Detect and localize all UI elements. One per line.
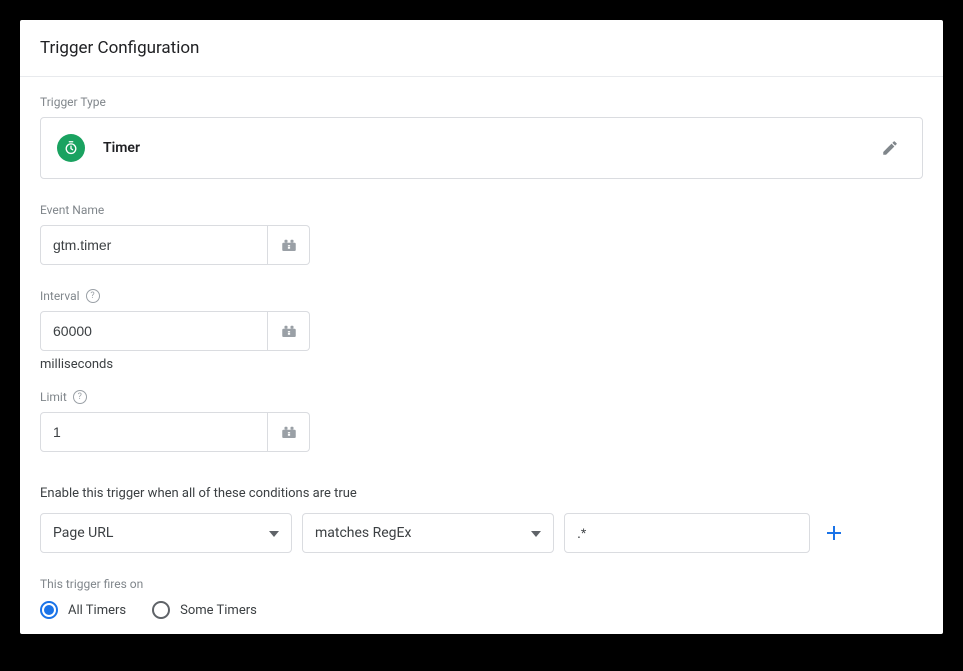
limit-help-icon[interactable]: ?: [73, 390, 87, 404]
edit-trigger-type-button[interactable]: [874, 132, 906, 164]
interval-unit: milliseconds: [40, 357, 923, 372]
condition-variable-value: Page URL: [53, 525, 269, 541]
condition-value-input[interactable]: [564, 513, 810, 553]
limit-label-text: Limit: [40, 390, 67, 404]
limit-label: Limit ?: [40, 390, 923, 404]
timer-icon: [57, 134, 85, 162]
radio-label: All Timers: [68, 603, 126, 618]
radio-some-timers[interactable]: Some Timers: [152, 601, 257, 619]
lego-icon: [280, 323, 298, 339]
pencil-icon: [881, 139, 899, 157]
condition-operator-value: matches RegEx: [315, 525, 531, 541]
radio-icon: [40, 601, 58, 619]
radio-label: Some Timers: [180, 603, 257, 618]
event-name-variable-button[interactable]: [268, 225, 310, 265]
interval-help-icon[interactable]: ?: [86, 289, 100, 303]
caret-down-icon: [269, 525, 279, 541]
plus-icon: [826, 525, 842, 541]
lego-icon: [280, 424, 298, 440]
condition-row: Page URL matches RegEx: [40, 513, 923, 553]
interval-input[interactable]: [40, 311, 268, 351]
trigger-config-panel: Trigger Configuration Trigger Type Timer…: [20, 20, 943, 634]
interval-label: Interval ?: [40, 289, 923, 303]
lego-icon: [280, 237, 298, 253]
limit-input[interactable]: [40, 412, 268, 452]
interval-variable-button[interactable]: [268, 311, 310, 351]
radio-icon: [152, 601, 170, 619]
panel-body: Trigger Type Timer Event Name: [20, 77, 943, 634]
trigger-type-name: Timer: [103, 140, 856, 156]
fires-on-radio-group: All Timers Some Timers: [40, 601, 923, 619]
trigger-type-card[interactable]: Timer: [40, 117, 923, 179]
trigger-type-label: Trigger Type: [40, 95, 923, 109]
condition-variable-select[interactable]: Page URL: [40, 513, 292, 553]
event-name-input[interactable]: [40, 225, 268, 265]
interval-label-text: Interval: [40, 289, 80, 303]
condition-operator-select[interactable]: matches RegEx: [302, 513, 554, 553]
panel-title: Trigger Configuration: [20, 20, 943, 77]
event-name-label: Event Name: [40, 203, 923, 217]
limit-variable-button[interactable]: [268, 412, 310, 452]
caret-down-icon: [531, 525, 541, 541]
add-condition-button[interactable]: [820, 519, 848, 547]
conditions-label: Enable this trigger when all of these co…: [40, 486, 923, 501]
fires-on-label: This trigger fires on: [40, 577, 923, 591]
radio-all-timers[interactable]: All Timers: [40, 601, 126, 619]
